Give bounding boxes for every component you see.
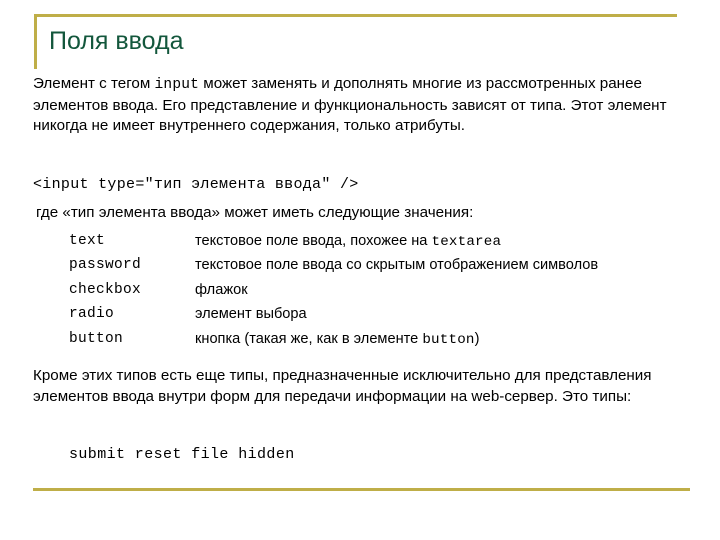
description-text: элемент выбора xyxy=(195,306,307,323)
input-code-sample: <input type="тип элемента ввода" /> xyxy=(33,176,359,193)
intro-tag-name: input xyxy=(154,77,200,93)
input-type-name: checkbox xyxy=(69,281,142,298)
input-type-name: button xyxy=(69,330,124,347)
description-text: флажок xyxy=(195,281,248,298)
description-text: кнопка (такая же, как в элементе xyxy=(195,330,423,347)
top-accent-rule xyxy=(34,14,677,17)
left-accent-rule xyxy=(34,14,37,69)
input-type-description: флажок xyxy=(195,279,684,303)
input-type-name: radio xyxy=(69,306,115,323)
where-description: где «тип элемента ввода» может иметь сле… xyxy=(36,204,474,221)
input-type-description: текстовое поле ввода со скрытым отображе… xyxy=(195,254,684,278)
table-row: button кнопка (такая же, как в элементе … xyxy=(69,328,684,352)
table-row: text текстовое поле ввода, похожее на te… xyxy=(69,230,684,254)
input-type-description: кнопка (такая же, как в элементе button) xyxy=(195,328,684,352)
table-row: radio элемент выбора xyxy=(69,303,684,327)
page-title: Поля ввода xyxy=(49,27,184,55)
bottom-accent-rule xyxy=(33,488,690,491)
description-code: textarea xyxy=(431,234,502,250)
intro-paragraph: Элемент с тегом input может заменять и д… xyxy=(33,74,683,137)
slide: Поля ввода Элемент с тегом input может з… xyxy=(0,0,720,540)
extra-paragraph: Кроме этих типов есть еще типы, предназн… xyxy=(33,367,652,405)
input-type-description: текстовое поле ввода, похожее на textare… xyxy=(195,230,684,254)
form-types-code: submit reset file hidden xyxy=(69,446,295,463)
input-type-name: text xyxy=(69,233,106,249)
description-text: текстовое поле ввода со скрытым отображе… xyxy=(195,257,599,274)
input-types-table-body: text текстовое поле ввода, похожее на te… xyxy=(69,230,684,352)
input-type-name: password xyxy=(69,257,142,274)
input-types-table: text текстовое поле ввода, похожее на te… xyxy=(69,230,684,352)
table-row: checkbox флажок xyxy=(69,279,684,303)
intro-text-part1: Элемент с тегом xyxy=(33,75,155,92)
description-text: текстовое поле ввода, похожее на xyxy=(195,233,432,249)
description-code: button xyxy=(422,331,475,348)
table-row: password текстовое поле ввода со скрытым… xyxy=(69,254,684,278)
input-type-description: элемент выбора xyxy=(195,303,684,327)
description-tail: ) xyxy=(474,330,480,347)
